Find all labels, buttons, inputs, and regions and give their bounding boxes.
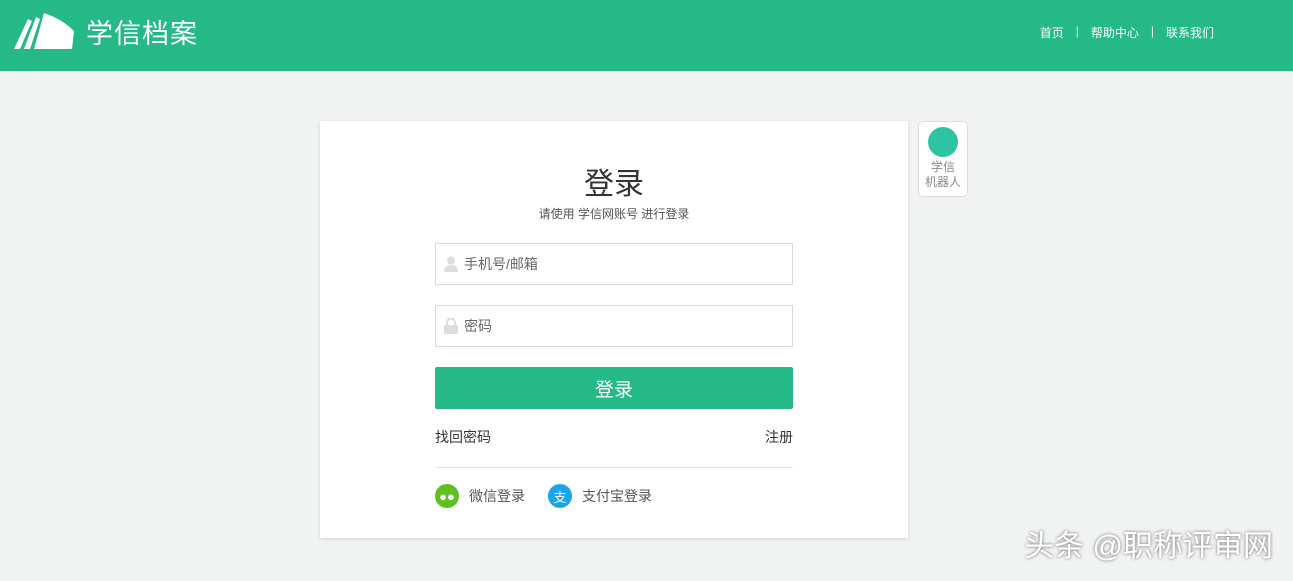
header: 学信档案 首页 | 帮助中心 | 联系我们	[0, 0, 1293, 71]
watermark: 头条 @职称评审网	[1024, 521, 1273, 565]
username-input[interactable]: 手机号/邮箱	[435, 243, 793, 285]
nav-help[interactable]: 帮助中心	[1091, 24, 1139, 41]
register-link[interactable]: 注册	[765, 427, 793, 447]
robot-assistant[interactable]: 学信 机器人	[918, 121, 968, 197]
login-title: 登录	[320, 159, 908, 203]
alipay-login[interactable]: 支 支付宝登录	[548, 484, 652, 508]
logo[interactable]: 学信档案	[14, 12, 198, 51]
password-placeholder: 密码	[464, 316, 492, 336]
wechat-icon: ●●	[435, 484, 459, 508]
password-input[interactable]: 密码	[435, 305, 793, 347]
login-card: 登录 请使用 学信网账号 进行登录 手机号/邮箱 密码 登录 找回密码 注册 ●…	[320, 121, 908, 538]
owl-avatar-icon	[928, 127, 958, 157]
robot-label-1: 学信	[919, 160, 967, 175]
wechat-label: 微信登录	[469, 486, 525, 506]
nav-separator: |	[1076, 24, 1079, 41]
nav-contact[interactable]: 联系我们	[1166, 24, 1214, 41]
forgot-password-link[interactable]: 找回密码	[435, 427, 491, 447]
logo-book-icon	[14, 13, 76, 51]
login-subtitle: 请使用 学信网账号 进行登录	[320, 205, 908, 222]
login-button[interactable]: 登录	[435, 367, 793, 409]
robot-label-2: 机器人	[919, 175, 967, 190]
brand-name: 学信档案	[86, 12, 198, 51]
top-nav: 首页 | 帮助中心 | 联系我们	[1040, 24, 1214, 41]
nav-home[interactable]: 首页	[1040, 24, 1064, 41]
lock-icon	[444, 318, 458, 334]
alipay-label: 支付宝登录	[582, 486, 652, 506]
alipay-icon: 支	[548, 484, 572, 508]
user-icon	[444, 256, 458, 272]
username-placeholder: 手机号/邮箱	[464, 254, 538, 274]
divider	[435, 467, 793, 468]
nav-separator: |	[1151, 24, 1154, 41]
wechat-login[interactable]: ●● 微信登录	[435, 484, 525, 508]
